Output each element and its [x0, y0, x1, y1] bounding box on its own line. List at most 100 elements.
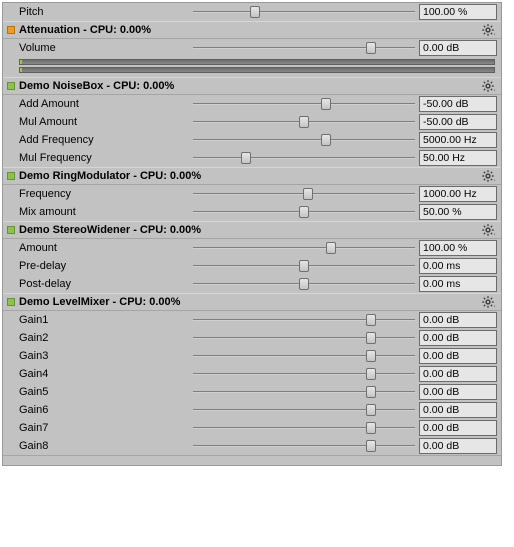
slider-thumb[interactable]: [299, 260, 309, 272]
slider-track: [193, 445, 415, 447]
demo-pre-delay-slider[interactable]: [193, 257, 415, 275]
slider-thumb[interactable]: [366, 314, 376, 326]
demo-gain2-slider[interactable]: [193, 329, 415, 347]
svg-text:,: ,: [494, 30, 495, 36]
param-value-input[interactable]: 1000.00 Hz: [419, 186, 497, 202]
section-title: Demo NoiseBox - CPU: 0.00%: [19, 80, 481, 92]
section-header-demo[interactable]: Demo StereoWidener - CPU: 0.00% ,: [3, 221, 501, 239]
demo-gain4-slider[interactable]: [193, 365, 415, 383]
demo-post-delay-slider[interactable]: [193, 275, 415, 293]
svg-text:,: ,: [494, 86, 495, 92]
slider-thumb[interactable]: [366, 42, 376, 54]
slider-thumb[interactable]: [250, 6, 260, 18]
param-value-input[interactable]: 0.00 dB: [419, 402, 497, 418]
slider-thumb[interactable]: [366, 404, 376, 416]
slider-thumb[interactable]: [299, 206, 309, 218]
slider-thumb[interactable]: [299, 116, 309, 128]
slider-track: [193, 103, 415, 105]
section-header-attenuation[interactable]: Attenuation - CPU: 0.00% ,: [3, 21, 501, 39]
param-value-input[interactable]: 0.00 ms: [419, 258, 497, 274]
demo-mul-amount-slider[interactable]: [193, 113, 415, 131]
slider-thumb[interactable]: [321, 134, 331, 146]
param-label: Gain4: [19, 368, 189, 380]
slider-thumb[interactable]: [303, 188, 313, 200]
param-label: Amount: [19, 242, 189, 254]
param-row-demo-post-delay: Post-delay 0.00 ms: [3, 275, 501, 293]
slider-thumb[interactable]: [366, 350, 376, 362]
param-value-input[interactable]: -50.00 dB: [419, 114, 497, 130]
param-row-demo-gain5: Gain5 0.00 dB: [3, 383, 501, 401]
param-value-input[interactable]: -50.00 dB: [419, 96, 497, 112]
demo-amount-slider[interactable]: [193, 239, 415, 257]
param-row-demo-gain1: Gain1 0.00 dB: [3, 311, 501, 329]
param-row-demo-add-amount: Add Amount -50.00 dB: [3, 95, 501, 113]
section-header-demo[interactable]: Demo LevelMixer - CPU: 0.00% ,: [3, 293, 501, 311]
param-row-demo-frequency: Frequency 1000.00 Hz: [3, 185, 501, 203]
slider-thumb[interactable]: [321, 98, 331, 110]
param-label: Gain5: [19, 386, 189, 398]
vu-meter-block: [3, 57, 501, 77]
demo-gain8-slider[interactable]: [193, 437, 415, 455]
demo-add-amount-slider[interactable]: [193, 95, 415, 113]
param-value-input[interactable]: 0.00 dB: [419, 384, 497, 400]
gear-icon[interactable]: ,: [481, 79, 495, 93]
section-header-demo[interactable]: Demo RingModulator - CPU: 0.00% ,: [3, 167, 501, 185]
slider-thumb[interactable]: [299, 278, 309, 290]
pitch-slider[interactable]: [193, 3, 415, 21]
param-value-input[interactable]: 100.00 %: [419, 4, 497, 20]
section-color-square: [7, 82, 15, 90]
slider-track: [193, 47, 415, 49]
slider-track: [193, 409, 415, 411]
demo-gain3-slider[interactable]: [193, 347, 415, 365]
demo-gain5-slider[interactable]: [193, 383, 415, 401]
vu-meter: [19, 59, 495, 65]
param-value-input[interactable]: 5000.00 Hz: [419, 132, 497, 148]
slider-thumb[interactable]: [366, 440, 376, 452]
slider-thumb[interactable]: [366, 332, 376, 344]
param-value-input[interactable]: 0.00 dB: [419, 348, 497, 364]
gear-icon[interactable]: ,: [481, 169, 495, 183]
param-value-input[interactable]: 0.00 dB: [419, 312, 497, 328]
slider-thumb[interactable]: [241, 152, 251, 164]
param-row-demo-gain7: Gain7 0.00 dB: [3, 419, 501, 437]
param-value-input[interactable]: 0.00 ms: [419, 276, 497, 292]
slider-thumb[interactable]: [366, 368, 376, 380]
param-value-input[interactable]: 100.00 %: [419, 240, 497, 256]
param-value-input[interactable]: 0.00 dB: [419, 330, 497, 346]
svg-text:,: ,: [494, 230, 495, 236]
demo-add-frequency-slider[interactable]: [193, 131, 415, 149]
param-value-input[interactable]: 50.00 Hz: [419, 150, 497, 166]
slider-track: [193, 139, 415, 141]
section-color-square: [7, 172, 15, 180]
gear-icon[interactable]: ,: [481, 223, 495, 237]
param-value-input[interactable]: 0.00 dB: [419, 420, 497, 436]
demo-mix-amount-slider[interactable]: [193, 203, 415, 221]
gear-icon[interactable]: ,: [481, 295, 495, 309]
demo-gain1-slider[interactable]: [193, 311, 415, 329]
param-label: Volume: [19, 42, 189, 54]
slider-thumb[interactable]: [366, 422, 376, 434]
attenuation-volume-slider[interactable]: [193, 39, 415, 57]
param-label: Pre-delay: [19, 260, 189, 272]
param-label: Mix amount: [19, 206, 189, 218]
param-label: Add Frequency: [19, 134, 189, 146]
section-color-square: [7, 226, 15, 234]
slider-track: [193, 427, 415, 429]
slider-track: [193, 157, 415, 159]
param-value-input[interactable]: 50.00 %: [419, 204, 497, 220]
gear-icon[interactable]: ,: [481, 23, 495, 37]
section-header-demo[interactable]: Demo NoiseBox - CPU: 0.00% ,: [3, 77, 501, 95]
param-value-input[interactable]: 0.00 dB: [419, 438, 497, 454]
slider-thumb[interactable]: [326, 242, 336, 254]
demo-gain6-slider[interactable]: [193, 401, 415, 419]
demo-frequency-slider[interactable]: [193, 185, 415, 203]
param-value-input[interactable]: 0.00 dB: [419, 366, 497, 382]
slider-track: [193, 11, 415, 13]
section-title: Demo StereoWidener - CPU: 0.00%: [19, 224, 481, 236]
demo-mul-frequency-slider[interactable]: [193, 149, 415, 167]
slider-track: [193, 373, 415, 375]
demo-gain7-slider[interactable]: [193, 419, 415, 437]
param-row-demo-gain4: Gain4 0.00 dB: [3, 365, 501, 383]
param-value-input[interactable]: 0.00 dB: [419, 40, 497, 56]
slider-thumb[interactable]: [366, 386, 376, 398]
